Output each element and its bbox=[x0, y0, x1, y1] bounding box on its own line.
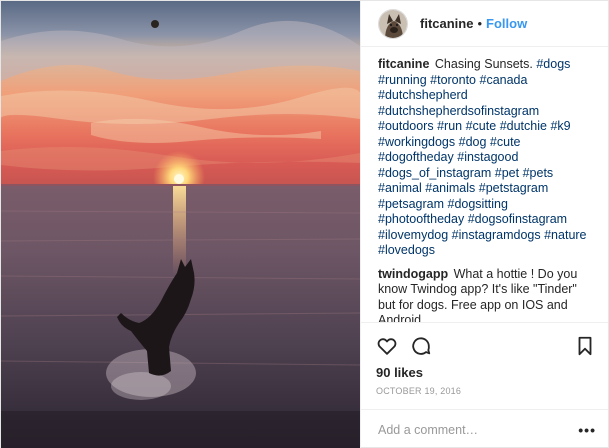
hashtag-link[interactable]: #cute bbox=[490, 135, 521, 149]
comment-author[interactable]: fitcanine bbox=[378, 57, 429, 71]
hashtag-link[interactable]: #dutchshepherd bbox=[378, 88, 468, 102]
dog-avatar-icon[interactable] bbox=[378, 8, 408, 39]
post-side-panel: fitcanine • Follow fitcanine Chasing Sun… bbox=[360, 1, 608, 448]
hashtag-link[interactable]: #dutchie bbox=[500, 119, 547, 133]
hashtag-link[interactable]: #ilovemydog bbox=[378, 228, 448, 242]
post-date[interactable]: OCTOBER 19, 2016 bbox=[376, 386, 596, 396]
hashtag-link[interactable]: #running bbox=[378, 73, 427, 87]
hashtag-link[interactable]: #cute bbox=[466, 119, 497, 133]
hashtag-link[interactable]: #dogs bbox=[536, 57, 570, 71]
comment-text: Chasing Sunsets. bbox=[434, 57, 537, 71]
comments-list: fitcanine Chasing Sunsets. #dogs #runnin… bbox=[361, 47, 608, 322]
hashtag-link[interactable]: #instagramdogs bbox=[452, 228, 541, 242]
hashtag-link[interactable]: #dogs_of_instagram bbox=[378, 166, 491, 180]
action-icons bbox=[376, 331, 596, 361]
hashtag-link[interactable]: #petstagram bbox=[479, 181, 548, 195]
post-photo[interactable] bbox=[1, 1, 360, 448]
hashtag-link[interactable]: #instagood bbox=[457, 150, 518, 164]
sunset-dog-image bbox=[1, 1, 360, 448]
instagram-post: fitcanine • Follow fitcanine Chasing Sun… bbox=[0, 0, 609, 448]
bookmark-icon[interactable] bbox=[574, 335, 596, 357]
hashtag-link[interactable]: #petsagram bbox=[378, 197, 444, 211]
comment-icon[interactable] bbox=[410, 335, 432, 357]
hashtag-link[interactable]: #animal bbox=[378, 181, 422, 195]
hashtag-link[interactable]: #dutchshepherdsofinstagram bbox=[378, 104, 539, 118]
add-comment-input[interactable] bbox=[378, 422, 579, 437]
follow-button[interactable]: Follow bbox=[486, 16, 527, 31]
hashtag-link[interactable]: #toronto bbox=[430, 73, 476, 87]
hashtag-link[interactable]: #dog bbox=[459, 135, 487, 149]
post-username[interactable]: fitcanine bbox=[420, 16, 473, 31]
hashtag-link[interactable]: #run bbox=[437, 119, 462, 133]
comment: fitcanine Chasing Sunsets. #dogs #runnin… bbox=[378, 57, 594, 259]
heart-icon[interactable] bbox=[376, 335, 398, 357]
hashtag-link[interactable]: #lovedogs bbox=[378, 243, 435, 257]
hashtag-link[interactable]: #pet bbox=[495, 166, 519, 180]
comment-author[interactable]: twindogapp bbox=[378, 267, 448, 281]
post-header: fitcanine • Follow bbox=[361, 1, 608, 47]
hashtag-link[interactable]: #outdoors bbox=[378, 119, 434, 133]
hashtag-link[interactable]: #photooftheday bbox=[378, 212, 464, 226]
hashtag-link[interactable]: #nature bbox=[544, 228, 586, 242]
hashtag-link[interactable]: #k9 bbox=[550, 119, 570, 133]
hashtag-link[interactable]: #pets bbox=[523, 166, 554, 180]
hashtag-link[interactable]: #workingdogs bbox=[378, 135, 455, 149]
hashtag-link[interactable]: #dogsofinstagram bbox=[468, 212, 567, 226]
comment: twindogapp What a hottie ! Do you know T… bbox=[378, 267, 594, 323]
header-separator: • bbox=[477, 16, 483, 31]
hashtag-link[interactable]: #dogsitting bbox=[448, 197, 508, 211]
hashtag-link[interactable]: #dogoftheday bbox=[378, 150, 454, 164]
post-actions: 90 likes OCTOBER 19, 2016 bbox=[361, 322, 608, 409]
add-comment-bar: ••• bbox=[361, 409, 608, 448]
more-options-icon[interactable]: ••• bbox=[578, 422, 596, 438]
hashtag-link[interactable]: #animals bbox=[425, 181, 475, 195]
likes-count[interactable]: 90 likes bbox=[376, 365, 596, 380]
hashtag-link[interactable]: #canada bbox=[480, 73, 528, 87]
